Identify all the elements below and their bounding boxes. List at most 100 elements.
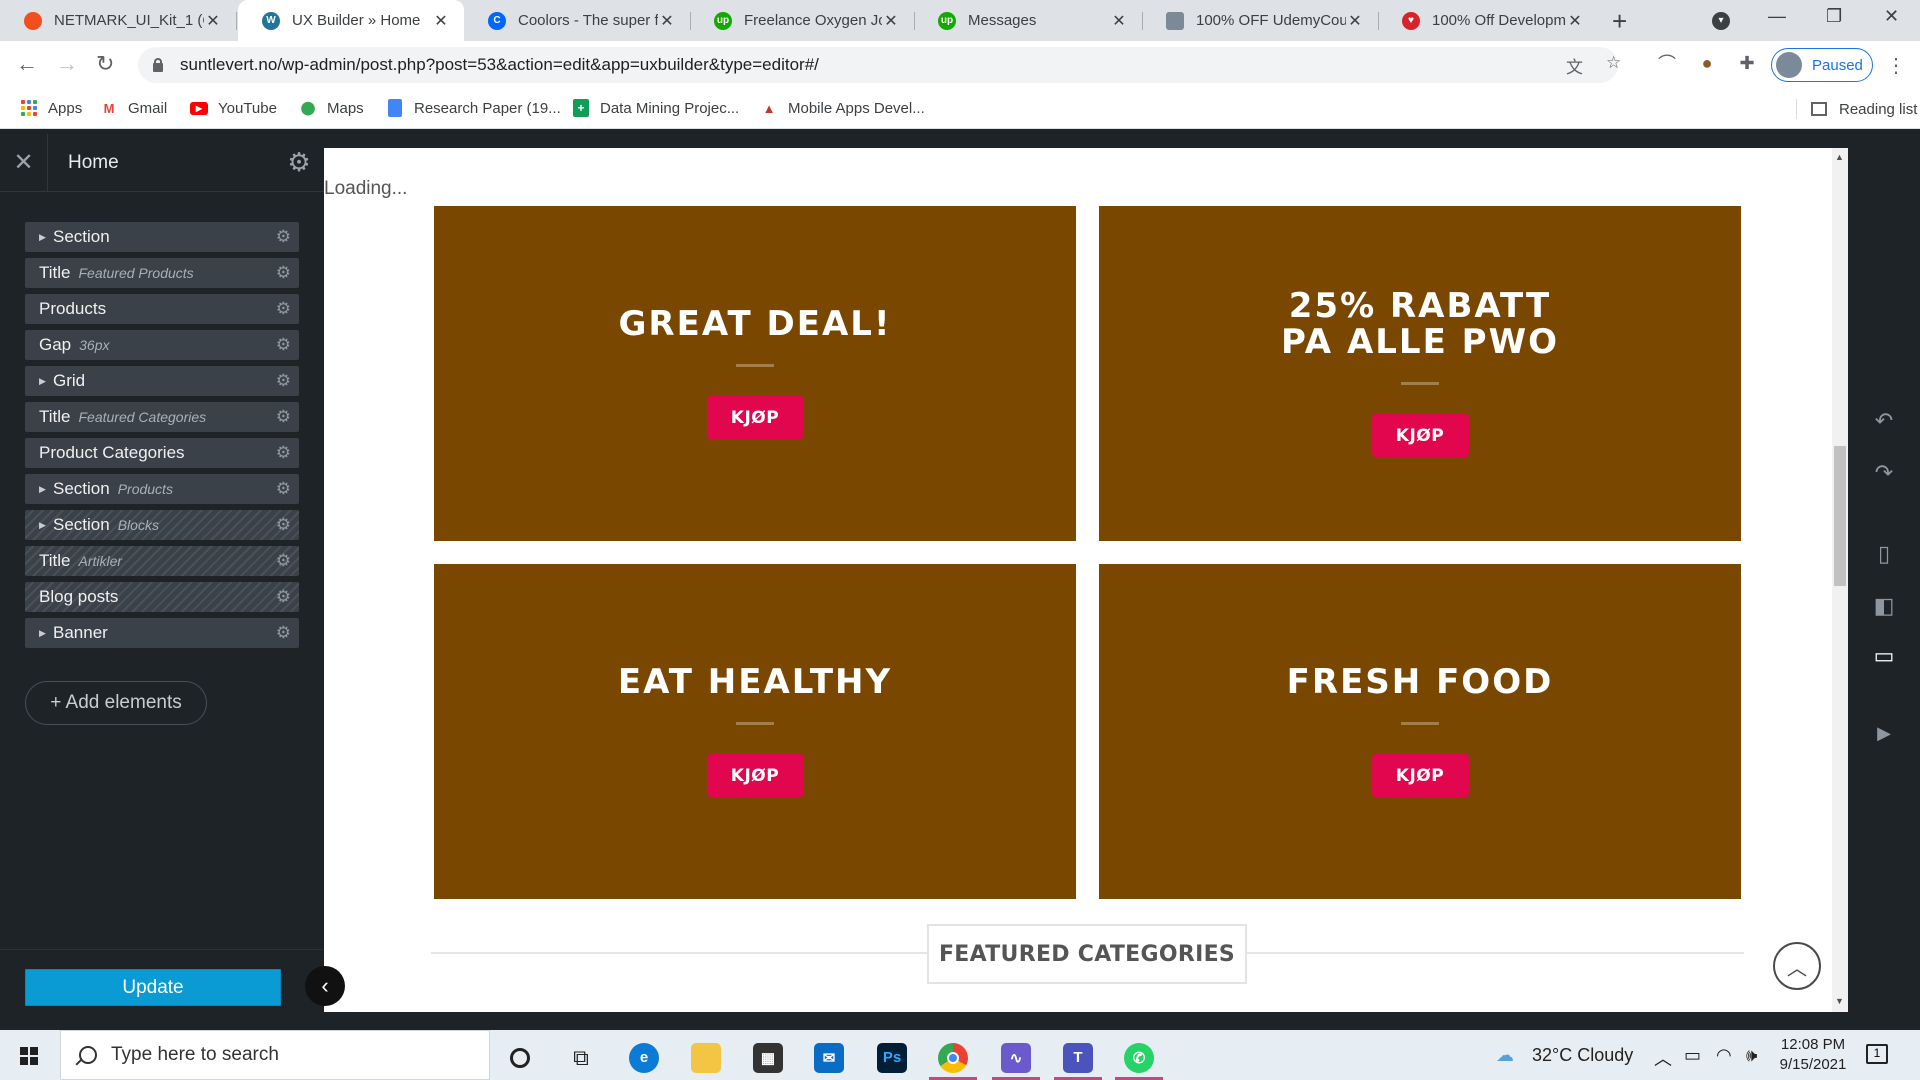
scrollbar-thumb[interactable] [1834,446,1846,586]
play-icon[interactable]: ▶ [1848,723,1920,744]
buy-button[interactable]: KJØP [1371,753,1469,799]
weather-text[interactable]: 32°C Cloudy [1532,1045,1633,1066]
buy-button[interactable]: KJØP [706,395,804,441]
close-tab-icon[interactable]: ✕ [1110,11,1128,31]
lock-icon[interactable] [152,58,164,72]
caret-right-icon[interactable]: ▶ [39,232,46,243]
gear-icon[interactable]: ⚙ [276,551,291,571]
tab-freelance-oxygen[interactable]: up Freelance Oxygen Job ✕ [690,0,914,41]
caret-right-icon[interactable]: ▶ [39,520,46,531]
cortana-icon[interactable] [494,1035,546,1080]
extension-arc-icon[interactable]: ⌒ [1656,52,1678,74]
collapse-sidebar-icon[interactable]: ‹ [305,966,345,1006]
reload-icon[interactable]: ↻ [96,51,114,77]
gear-icon[interactable]: ⚙ [276,227,291,247]
scroll-up-icon[interactable]: ▲ [1835,152,1844,162]
gear-icon[interactable]: ⚙ [276,371,291,391]
caret-right-icon[interactable]: ▶ [39,628,46,639]
gear-icon[interactable]: ⚙ [276,587,291,607]
tree-item[interactable]: ▶ Section ⚙ [25,222,299,252]
browser-menu-icon[interactable]: ⋮ [1886,53,1906,78]
tab-netmark[interactable]: NETMARK_UI_Kit_1 (C ✕ [0,0,236,41]
url-text[interactable]: suntlevert.no/wp-admin/post.php?post=53&… [180,55,819,75]
tree-item[interactable]: ▶ Banner ⚙ [25,618,299,648]
tree-item[interactable]: Title Artikler ⚙ [25,546,299,576]
windows-start-icon[interactable] [20,1047,38,1065]
bookmark-star-icon[interactable]: ☆ [1606,53,1621,73]
close-tab-icon[interactable]: ✕ [1566,11,1584,31]
translate-icon[interactable]: 文 [1566,53,1583,78]
gear-icon[interactable]: ⚙ [276,407,291,427]
chevron-up-icon[interactable]: ︿ [1654,1045,1672,1071]
battery-icon[interactable]: ▭ [1684,1045,1701,1066]
gear-icon[interactable]: ⚙ [276,623,291,643]
forward-icon[interactable]: → [56,51,78,77]
tablet-view-icon[interactable]: ◧ [1848,593,1920,619]
taskbar-clock[interactable]: 12:08 PM 9/15/2021 [1778,1035,1848,1075]
buy-button[interactable]: KJØP [1371,413,1469,459]
gear-icon[interactable]: ⚙ [276,299,291,319]
reading-list[interactable]: Reading list [1796,99,1917,119]
whatsapp-icon[interactable]: ✆ [1113,1035,1165,1080]
promo-banner[interactable]: GREAT DEAL! KJØP [434,206,1076,541]
promo-banner[interactable]: EAT HEALTHY KJØP [434,564,1076,899]
promo-banner[interactable]: 25% RABATT PA ALLE PWO KJØP [1099,206,1741,541]
minimize-icon[interactable]: — [1768,6,1786,27]
promo-banner[interactable]: FRESH FOOD KJØP [1099,564,1741,899]
tab-development[interactable]: ♥ 100% Off Developme ✕ [1378,0,1598,41]
undo-icon[interactable]: ↶ [1848,408,1920,434]
caret-right-icon[interactable]: ▶ [39,376,46,387]
bookmark-apps[interactable]: Apps [20,99,82,117]
weather-icon[interactable]: ☁ [1496,1045,1514,1066]
wifi-icon[interactable]: ◠ [1716,1045,1732,1066]
bookmark-maps[interactable]: ⬤ Maps [299,99,364,117]
canvas-scrollbar[interactable]: ▲ ▼ [1832,148,1848,1012]
tree-item[interactable]: ▶ Section Blocks ⚙ [25,510,299,540]
close-tab-icon[interactable]: ✕ [882,11,900,31]
task-view-icon[interactable]: ⧉ [555,1035,607,1080]
close-tab-icon[interactable]: ✕ [658,11,676,31]
tab-ux-builder[interactable]: W UX Builder » Home ✕ [238,0,464,41]
tab-search-icon[interactable]: ▾ [1712,12,1730,30]
scroll-down-icon[interactable]: ▼ [1835,996,1844,1006]
tree-item[interactable]: Title Featured Products ⚙ [25,258,299,288]
gear-icon[interactable]: ⚙ [276,335,291,355]
new-tab-icon[interactable]: + [1612,6,1627,37]
edge-icon[interactable]: e [618,1035,670,1080]
gear-icon[interactable]: ⚙ [276,443,291,463]
profile-button[interactable]: Paused [1771,48,1873,82]
file-explorer-icon[interactable] [680,1035,732,1080]
taskbar-search[interactable]: Type here to search [60,1030,490,1080]
tree-item[interactable]: Products ⚙ [25,294,299,324]
restore-icon[interactable]: ❐ [1826,6,1842,27]
notification-icon[interactable]: 1 [1866,1044,1888,1064]
bookmark-mobile-apps[interactable]: ▲ Mobile Apps Devel... [760,99,925,117]
mail-icon[interactable]: ✉ [803,1035,855,1080]
tree-item[interactable]: ▶ Grid ⚙ [25,366,299,396]
redo-icon[interactable]: ↷ [1848,460,1920,486]
extensions-puzzle-icon[interactable]: ✚ [1736,52,1758,74]
gear-icon[interactable]: ⚙ [276,263,291,283]
tab-udemy-coupon[interactable]: 100% OFF UdemyCou ✕ [1142,0,1378,41]
bookmark-youtube[interactable]: ▶ YouTube [190,99,277,117]
featured-categories-title[interactable]: FEATURED CATEGORIES [927,924,1247,984]
close-window-icon[interactable]: ✕ [1884,6,1899,27]
photoshop-icon[interactable]: Ps [866,1035,918,1080]
tree-item[interactable]: ▶ Section Products ⚙ [25,474,299,504]
close-tab-icon[interactable]: ✕ [1346,11,1364,31]
teams-icon[interactable]: T [1052,1035,1104,1080]
tree-item[interactable]: Blog posts ⚙ [25,582,299,612]
chevron-up-icon[interactable]: ︿ [1773,942,1821,990]
store-icon[interactable]: ▦ [742,1035,794,1080]
add-elements-button[interactable]: + Add elements [25,681,207,725]
address-bar[interactable]: suntlevert.no/wp-admin/post.php?post=53&… [138,47,1618,83]
tab-messages[interactable]: up Messages ✕ [914,0,1142,41]
tree-item[interactable]: Title Featured Categories ⚙ [25,402,299,432]
mobile-view-icon[interactable]: ▯ [1848,541,1920,567]
close-tab-icon[interactable]: ✕ [204,11,222,31]
tree-item[interactable]: Gap 36px ⚙ [25,330,299,360]
tab-coolors[interactable]: C Coolors - The super fa ✕ [464,0,690,41]
gear-icon[interactable]: ⚙ [276,515,291,535]
close-tab-icon[interactable]: ✕ [432,11,450,31]
bookmark-data-mining[interactable]: + Data Mining Projec... [572,99,739,117]
